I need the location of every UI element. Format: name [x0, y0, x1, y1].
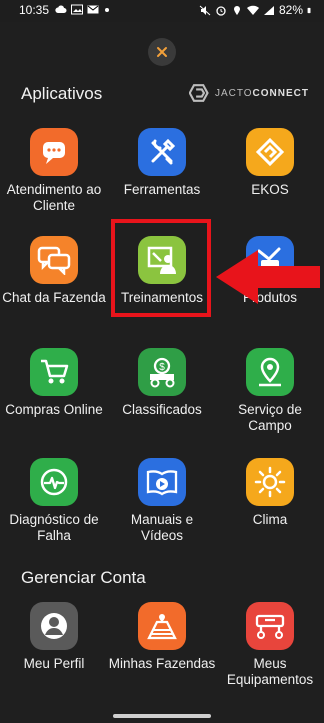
system-icons: 82%	[199, 3, 314, 17]
mute-icon	[199, 5, 211, 15]
account-label: Meus Equipamentos	[226, 656, 314, 687]
svg-text:$: $	[159, 362, 165, 373]
brand-prefix: JACTO	[214, 87, 253, 99]
wifi-icon	[246, 5, 259, 15]
app-classificados[interactable]: $ Classificados	[108, 348, 216, 418]
account-meus-equipamentos[interactable]: Meus Equipamentos	[216, 602, 324, 688]
account-meu-perfil[interactable]: Meu Perfil	[0, 602, 108, 672]
cart-icon	[30, 348, 78, 396]
status-bar: 10:35 82%	[0, 0, 324, 22]
account-minhas-fazendas[interactable]: Minhas Fazendas	[108, 602, 216, 672]
app-label: Atendimento ao Cliente	[6, 182, 102, 213]
equipment-icon	[246, 602, 294, 650]
mail-icon	[87, 5, 99, 14]
tractor-money-icon: $	[138, 348, 186, 396]
cloud-icon	[55, 5, 67, 13]
app-compras[interactable]: Compras Online	[0, 348, 108, 418]
app-label: Chat da Fazenda	[2, 290, 106, 305]
profile-icon	[30, 602, 78, 650]
status-time: 10:35	[19, 3, 50, 17]
app-label: EKOS	[251, 182, 289, 197]
alarm-icon	[216, 5, 226, 16]
notification-icons	[55, 4, 115, 15]
close-button[interactable]	[148, 38, 176, 66]
app-servico-campo[interactable]: Serviço de Campo	[216, 348, 324, 434]
account-label: Minhas Fazendas	[108, 656, 216, 671]
diagnostic-icon	[30, 458, 78, 506]
close-icon	[157, 47, 167, 57]
app-label: Serviço de Campo	[238, 402, 302, 433]
app-label: Compras Online	[5, 402, 103, 417]
app-ekos[interactable]: EKOS	[216, 128, 324, 198]
ekos-logo-icon	[246, 128, 294, 176]
signal-icon	[263, 5, 274, 15]
app-atendimento[interactable]: Atendimento ao Cliente	[0, 128, 108, 214]
battery-icon	[307, 7, 311, 13]
app-ferramentas[interactable]: Ferramentas	[108, 128, 216, 198]
jacto-connect-logo: JACTOCONNECT	[189, 80, 309, 106]
account-section-title: Gerenciar Conta	[21, 568, 146, 587]
jacto-logo-icon	[189, 84, 209, 102]
manual-video-icon	[138, 458, 186, 506]
farm-icon	[138, 602, 186, 650]
image-icon	[71, 4, 83, 15]
app-label: Diagnóstico de Falha	[9, 512, 99, 543]
app-diagnostico[interactable]: Diagnóstico de Falha	[0, 458, 108, 544]
chat-bubbles-icon	[30, 236, 78, 284]
app-label: Manuais e Vídeos	[130, 512, 194, 543]
location-pin-icon	[246, 348, 294, 396]
app-clima[interactable]: Clima	[216, 458, 324, 528]
app-label: Classificados	[122, 402, 202, 417]
account-label: Meu Perfil	[23, 656, 85, 671]
chat-bubble-icon	[30, 128, 78, 176]
sun-icon	[246, 458, 294, 506]
home-indicator[interactable]	[113, 714, 211, 718]
apps-section-title: Aplicativos	[21, 84, 103, 103]
app-label: Clima	[252, 512, 288, 527]
tools-icon	[138, 128, 186, 176]
app-label: Ferramentas	[123, 182, 201, 197]
pointer-arrow-icon	[216, 250, 320, 304]
location-icon	[233, 5, 240, 15]
brand-suffix: CONNECT	[252, 87, 309, 99]
app-manuais[interactable]: Manuais e Vídeos	[108, 458, 216, 544]
highlight-box	[111, 219, 211, 317]
dot-icon	[105, 8, 109, 12]
battery-level: 82%	[278, 3, 303, 17]
app-chat-fazenda[interactable]: Chat da Fazenda	[0, 236, 108, 306]
